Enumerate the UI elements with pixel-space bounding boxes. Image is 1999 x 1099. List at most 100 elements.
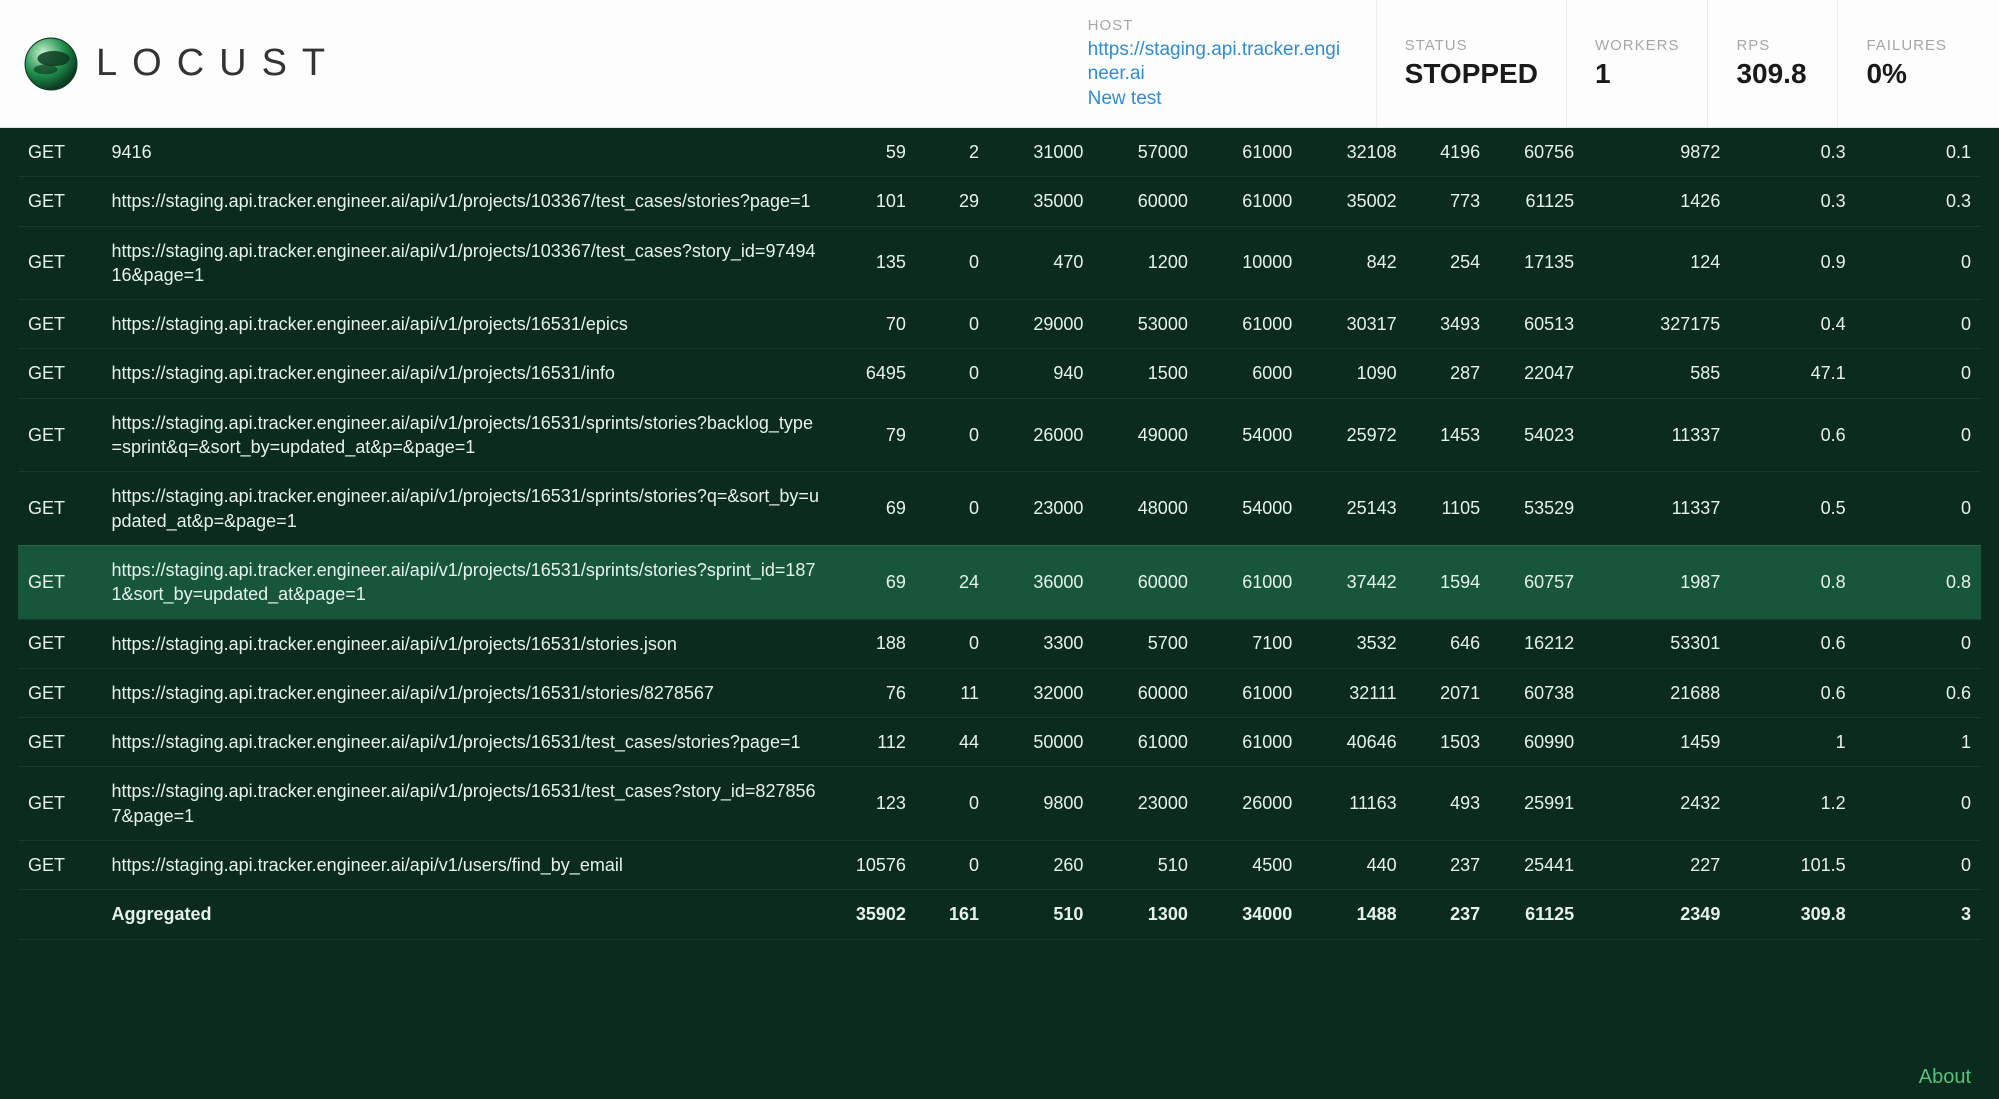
table-row-aggregated[interactable]: Aggregated359021615101300340001488237611… (18, 890, 1981, 939)
cell-min: 237 (1407, 890, 1491, 939)
cell-method: GET (18, 226, 102, 300)
about-link[interactable]: About (1919, 1066, 1971, 1088)
table-row[interactable]: GEThttps://staging.api.tracker.engineer.… (18, 767, 1981, 841)
stat-rps: RPS 309.8 (1707, 0, 1837, 127)
cell-method: GET (18, 841, 102, 890)
table-row[interactable]: GEThttps://staging.api.tracker.engineer.… (18, 668, 1981, 717)
cell-fps: 0.6 (1856, 668, 1981, 717)
cell-fails: 0 (916, 300, 989, 349)
cell-avg: 32111 (1302, 668, 1406, 717)
cell-reqs: 76 (832, 668, 916, 717)
content-area: GET9416592310005700061000321084196607569… (0, 128, 1999, 1099)
cell-reqs: 6495 (832, 349, 916, 398)
logo[interactable]: LOCUST (24, 37, 340, 91)
cell-median: 35000 (989, 177, 1093, 226)
cell-reqs: 101 (832, 177, 916, 226)
cell-avg: 37442 (1302, 545, 1406, 619)
cell-name: https://staging.api.tracker.engineer.ai/… (102, 349, 833, 398)
table-row[interactable]: GEThttps://staging.api.tracker.engineer.… (18, 718, 1981, 767)
cell-p90: 23000 (1093, 767, 1197, 841)
cell-max: 60513 (1490, 300, 1584, 349)
cell-method (18, 890, 102, 939)
cell-min: 1105 (1407, 472, 1491, 546)
table-row[interactable]: GEThttps://staging.api.tracker.engineer.… (18, 472, 1981, 546)
cell-rps: 101.5 (1730, 841, 1855, 890)
cell-median: 23000 (989, 472, 1093, 546)
cell-p99: 61000 (1198, 128, 1302, 177)
cell-p99: 4500 (1198, 841, 1302, 890)
cell-name: https://staging.api.tracker.engineer.ai/… (102, 668, 833, 717)
cell-p90: 48000 (1093, 472, 1197, 546)
cell-name: https://staging.api.tracker.engineer.ai/… (102, 472, 833, 546)
cell-fails: 2 (916, 128, 989, 177)
cell-p90: 57000 (1093, 128, 1197, 177)
cell-p90: 60000 (1093, 668, 1197, 717)
host-link[interactable]: https://staging.api.tracker.engineer.ai (1088, 38, 1348, 86)
stat-host-label: HOST (1088, 17, 1348, 34)
cell-p90: 1500 (1093, 349, 1197, 398)
cell-fails: 0 (916, 226, 989, 300)
cell-fps: 0 (1856, 349, 1981, 398)
cell-p90: 1200 (1093, 226, 1197, 300)
cell-p99: 61000 (1198, 668, 1302, 717)
cell-median: 31000 (989, 128, 1093, 177)
cell-rps: 0.3 (1730, 128, 1855, 177)
cell-median: 260 (989, 841, 1093, 890)
cell-avg: 40646 (1302, 718, 1406, 767)
cell-method: GET (18, 398, 102, 472)
cell-max: 60757 (1490, 545, 1584, 619)
cell-p99: 6000 (1198, 349, 1302, 398)
cell-median: 470 (989, 226, 1093, 300)
cell-reqs: 79 (832, 398, 916, 472)
cell-min: 1503 (1407, 718, 1491, 767)
cell-fails: 0 (916, 349, 989, 398)
cell-method: GET (18, 619, 102, 668)
table-row[interactable]: GEThttps://staging.api.tracker.engineer.… (18, 398, 1981, 472)
table-row[interactable]: GEThttps://staging.api.tracker.engineer.… (18, 226, 1981, 300)
cell-min: 493 (1407, 767, 1491, 841)
stat-failures-label: FAILURES (1866, 37, 1947, 54)
cell-rps: 0.6 (1730, 668, 1855, 717)
cell-method: GET (18, 177, 102, 226)
cell-min: 773 (1407, 177, 1491, 226)
cell-name: https://staging.api.tracker.engineer.ai/… (102, 841, 833, 890)
cell-avg: 3532 (1302, 619, 1406, 668)
cell-max: 25991 (1490, 767, 1584, 841)
cell-name: Aggregated (102, 890, 833, 939)
table-row[interactable]: GEThttps://staging.api.tracker.engineer.… (18, 349, 1981, 398)
table-row[interactable]: GEThttps://staging.api.tracker.engineer.… (18, 300, 1981, 349)
cell-size: 11337 (1584, 472, 1730, 546)
cell-size: 327175 (1584, 300, 1730, 349)
cell-name: https://staging.api.tracker.engineer.ai/… (102, 619, 833, 668)
table-row[interactable]: GET9416592310005700061000321084196607569… (18, 128, 1981, 177)
cell-max: 61125 (1490, 177, 1584, 226)
cell-size: 2349 (1584, 890, 1730, 939)
table-row[interactable]: GEThttps://staging.api.tracker.engineer.… (18, 545, 1981, 619)
cell-fps: 1 (1856, 718, 1981, 767)
cell-max: 16212 (1490, 619, 1584, 668)
cell-size: 53301 (1584, 619, 1730, 668)
table-row[interactable]: GEThttps://staging.api.tracker.engineer.… (18, 841, 1981, 890)
cell-max: 60738 (1490, 668, 1584, 717)
requests-table: GET9416592310005700061000321084196607569… (18, 128, 1981, 940)
cell-min: 287 (1407, 349, 1491, 398)
cell-size: 21688 (1584, 668, 1730, 717)
table-row[interactable]: GEThttps://staging.api.tracker.engineer.… (18, 177, 1981, 226)
cell-fails: 0 (916, 841, 989, 890)
stat-failures-value: 0% (1866, 58, 1947, 90)
cell-avg: 1488 (1302, 890, 1406, 939)
stat-status: STATUS STOPPED (1376, 0, 1566, 127)
cell-avg: 30317 (1302, 300, 1406, 349)
cell-rps: 1 (1730, 718, 1855, 767)
table-row[interactable]: GEThttps://staging.api.tracker.engineer.… (18, 619, 1981, 668)
cell-reqs: 70 (832, 300, 916, 349)
cell-method: GET (18, 767, 102, 841)
cell-name: https://staging.api.tracker.engineer.ai/… (102, 300, 833, 349)
new-test-link[interactable]: New test (1088, 88, 1348, 110)
cell-p99: 10000 (1198, 226, 1302, 300)
stat-rps-label: RPS (1736, 37, 1809, 54)
cell-p99: 26000 (1198, 767, 1302, 841)
cell-reqs: 59 (832, 128, 916, 177)
cell-p99: 7100 (1198, 619, 1302, 668)
cell-fails: 0 (916, 767, 989, 841)
